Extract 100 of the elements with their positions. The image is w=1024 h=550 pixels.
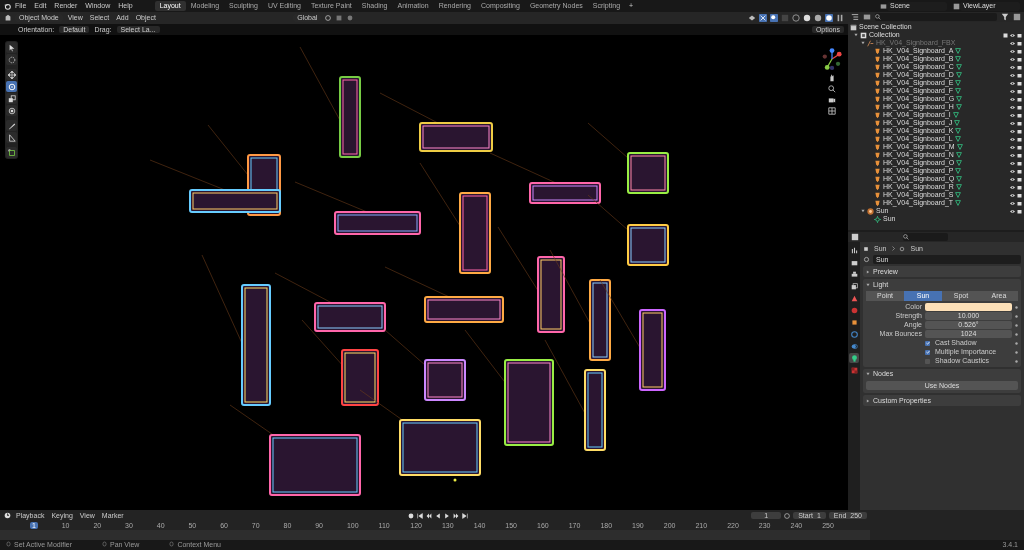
images-tab[interactable] <box>849 281 859 291</box>
grid-icon[interactable] <box>828 107 836 115</box>
keyframe-dot-icon[interactable] <box>1015 305 1018 309</box>
eye-icon[interactable] <box>1010 152 1015 158</box>
blender-logo-icon[interactable] <box>4 2 11 10</box>
mouse-icon <box>169 541 175 548</box>
search-field[interactable] <box>903 233 948 241</box>
zoom-icon[interactable] <box>828 85 836 93</box>
eye-icon[interactable] <box>1010 96 1015 102</box>
checkbox[interactable] <box>925 340 930 346</box>
prev-keyframe-icon[interactable] <box>426 512 433 519</box>
orbit-tab[interactable] <box>849 329 859 339</box>
scale-tool-button[interactable] <box>6 93 17 104</box>
checkbox[interactable] <box>925 349 930 355</box>
globe-tab[interactable] <box>849 305 859 315</box>
add-tool-button[interactable] <box>6 147 17 158</box>
pause-icon[interactable] <box>836 14 844 22</box>
clock-icon[interactable] <box>4 512 11 519</box>
annotate-tool-button[interactable] <box>6 120 17 131</box>
snap-icon[interactable] <box>335 14 344 22</box>
solid-shading-icon[interactable] <box>803 14 811 22</box>
display-mode-icon[interactable] <box>863 13 871 21</box>
link-tab[interactable] <box>849 341 859 351</box>
visibility-icon[interactable] <box>748 14 756 22</box>
eye-icon[interactable] <box>1010 56 1015 62</box>
jump-start-icon[interactable] <box>417 512 424 519</box>
editor-type-icon[interactable] <box>851 13 859 21</box>
search-icon <box>903 234 909 241</box>
hand-icon[interactable] <box>828 74 836 82</box>
eye-icon[interactable] <box>1010 40 1015 46</box>
measure-tool-button[interactable] <box>6 132 17 143</box>
next-keyframe-icon[interactable] <box>453 512 460 519</box>
eye-icon[interactable] <box>1010 192 1015 198</box>
play-icon[interactable] <box>444 512 451 519</box>
tool-tab[interactable] <box>849 245 859 255</box>
material-shading-icon[interactable] <box>814 14 822 22</box>
record-icon[interactable] <box>408 512 415 519</box>
rotate-tool-button[interactable] <box>6 81 17 92</box>
play-reverse-icon[interactable] <box>435 512 442 519</box>
eye-icon[interactable] <box>1010 48 1015 54</box>
sun-icon <box>899 245 906 252</box>
eye-icon[interactable] <box>1010 176 1015 182</box>
keyframe-dot-icon[interactable] <box>1015 314 1018 318</box>
sun-icon[interactable] <box>863 256 870 263</box>
bulb-tab[interactable] <box>849 353 859 363</box>
overlay-toggle-icon[interactable] <box>770 14 778 22</box>
color-swatch[interactable] <box>925 303 1012 312</box>
search-field[interactable] <box>875 13 997 21</box>
eye-icon[interactable] <box>1010 208 1015 214</box>
square-tab[interactable] <box>849 317 859 327</box>
eye-icon[interactable] <box>1010 160 1015 166</box>
move-tool-button[interactable] <box>6 69 17 80</box>
mouse-icon <box>6 541 11 548</box>
editor-type-icon[interactable] <box>4 14 12 22</box>
keyframe-dot-icon[interactable] <box>1015 359 1018 363</box>
view-layer-icon[interactable] <box>953 2 960 10</box>
keyframe-dot-icon[interactable] <box>1015 341 1018 345</box>
eye-icon[interactable] <box>1010 120 1015 126</box>
proportional-edit-icon[interactable] <box>346 14 355 22</box>
eye-icon[interactable] <box>1010 200 1015 206</box>
wireframe-shading-icon[interactable] <box>792 14 800 22</box>
jump-end-icon[interactable] <box>462 512 469 519</box>
rendered-shading-icon[interactable] <box>825 14 833 22</box>
eye-icon[interactable] <box>1010 80 1015 86</box>
eye-icon[interactable] <box>1010 64 1015 70</box>
keyframe-dot-icon[interactable] <box>1015 332 1018 336</box>
chevron-icon <box>891 246 897 251</box>
eye-icon[interactable] <box>1010 112 1015 118</box>
keyframe-dot-icon[interactable] <box>1015 350 1018 354</box>
sun-icon <box>874 215 881 223</box>
collection-icon <box>860 31 867 39</box>
camera-icon[interactable] <box>828 96 836 104</box>
cone-tab[interactable] <box>849 293 859 303</box>
gizmo-toggle-icon[interactable] <box>759 14 767 22</box>
pivot-icon[interactable] <box>324 14 333 22</box>
keyframe-dot-icon[interactable] <box>1015 323 1018 327</box>
eye-icon[interactable] <box>1010 72 1015 78</box>
checkbox-icon[interactable] <box>1003 32 1008 38</box>
printer-tab[interactable] <box>849 269 859 279</box>
eye-icon[interactable] <box>1010 88 1015 94</box>
eye-icon[interactable] <box>1010 32 1015 38</box>
eye-icon[interactable] <box>1010 168 1015 174</box>
checker-tab[interactable] <box>849 365 859 375</box>
eye-icon[interactable] <box>1010 144 1015 150</box>
eye-icon[interactable] <box>1010 136 1015 142</box>
mouse-icon <box>101 541 107 548</box>
eye-icon[interactable] <box>1010 104 1015 110</box>
stopwatch-icon[interactable] <box>784 512 791 519</box>
select-tool-button[interactable] <box>6 42 17 53</box>
eye-icon[interactable] <box>1010 128 1015 134</box>
eye-icon[interactable] <box>1010 184 1015 190</box>
expand-arrow-icon[interactable] <box>861 209 865 213</box>
xray-toggle-icon[interactable] <box>781 14 789 22</box>
light-object-icon <box>867 207 874 215</box>
editor-type-icon[interactable] <box>851 233 859 241</box>
new-collection-icon[interactable] <box>1013 13 1021 21</box>
collection-icon <box>850 23 857 31</box>
cursor-tool-button[interactable] <box>6 54 17 65</box>
object-icon <box>863 245 869 252</box>
transform-tool-button[interactable] <box>6 105 17 116</box>
